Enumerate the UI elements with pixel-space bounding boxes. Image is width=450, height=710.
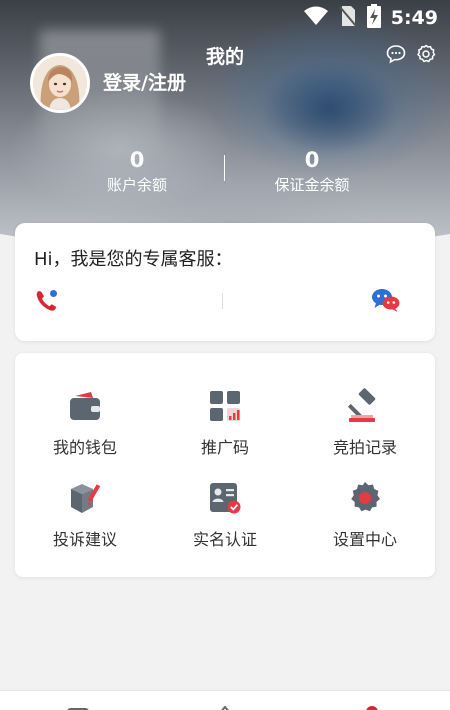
account-balance-label: 账户余额 bbox=[106, 176, 167, 194]
feature-grid-card: 我的钱包 推广码 竞拍记录 投诉建议 实名认证 设置中心 bbox=[15, 353, 435, 577]
mine-tab-icon bbox=[366, 706, 378, 710]
auction-tab-icon bbox=[221, 705, 229, 710]
auction-hammer-icon bbox=[347, 388, 383, 424]
message-icon[interactable] bbox=[386, 44, 406, 68]
promo-code-icon bbox=[207, 388, 243, 424]
profile-header-background bbox=[0, 0, 450, 260]
real-name-auth-label: 实名认证 bbox=[192, 530, 257, 549]
deposit-balance-label: 保证金余额 bbox=[274, 176, 350, 194]
settings-center-button[interactable]: 设置中心 bbox=[295, 480, 435, 570]
tab-home[interactable] bbox=[66, 702, 90, 710]
wallet-button[interactable]: 我的钱包 bbox=[15, 388, 155, 478]
avatar[interactable] bbox=[30, 53, 90, 113]
wallet-label: 我的钱包 bbox=[52, 438, 117, 457]
service-divider bbox=[222, 293, 223, 309]
balance-stats: 0 账户余额 0 保证金余额 bbox=[0, 148, 450, 198]
no-sim-icon bbox=[338, 5, 357, 31]
real-name-auth-button[interactable]: 实名认证 bbox=[155, 480, 295, 570]
status-time: 5:49 bbox=[390, 7, 438, 29]
tab-mine[interactable] bbox=[362, 700, 382, 710]
deposit-balance-value: 0 bbox=[304, 148, 320, 172]
promo-code-label: 推广码 bbox=[200, 438, 249, 457]
auction-record-label: 竞拍记录 bbox=[332, 438, 397, 457]
login-register-link[interactable]: 登录/注册 bbox=[103, 68, 186, 95]
promo-code-button[interactable]: 推广码 bbox=[155, 388, 295, 478]
account-balance[interactable]: 0 账户余额 bbox=[47, 148, 227, 196]
tab-auction[interactable] bbox=[213, 700, 237, 710]
settings-gear-icon bbox=[347, 480, 383, 516]
service-title: Hi，我是您的专属客服： bbox=[34, 249, 233, 270]
wechat-icon[interactable] bbox=[371, 287, 401, 317]
header-actions bbox=[386, 44, 436, 68]
account-balance-value: 0 bbox=[129, 148, 145, 172]
auction-record-button[interactable]: 竞拍记录 bbox=[295, 388, 435, 478]
battery-charging-icon bbox=[366, 4, 381, 32]
phone-call-icon[interactable] bbox=[34, 288, 60, 318]
customer-service-card: Hi，我是您的专属客服： bbox=[15, 223, 435, 341]
deposit-balance[interactable]: 0 保证金余额 bbox=[222, 148, 402, 196]
bottom-tab-bar bbox=[0, 690, 450, 710]
status-bar: 5:49 bbox=[303, 0, 450, 36]
complaint-label: 投诉建议 bbox=[52, 530, 117, 549]
complaint-button[interactable]: 投诉建议 bbox=[15, 480, 155, 570]
id-card-icon bbox=[207, 480, 243, 516]
wallet-icon bbox=[67, 388, 103, 424]
settings-center-label: 设置中心 bbox=[332, 530, 397, 549]
wifi-icon bbox=[303, 5, 329, 31]
complaint-box-icon bbox=[67, 480, 103, 516]
settings-icon[interactable] bbox=[416, 44, 436, 68]
